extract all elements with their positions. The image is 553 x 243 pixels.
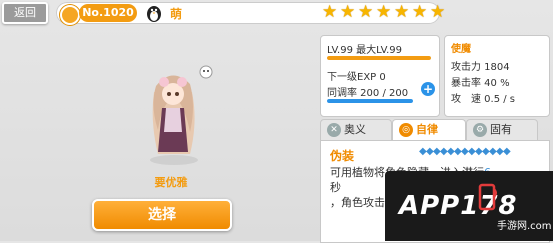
phone-icon xyxy=(478,183,497,211)
skill-tabs: ✕ 奥义 ◎ 自律 ⚙ 固有 xyxy=(320,119,548,141)
next-exp-label: 下一级EXP 0 xyxy=(327,72,386,83)
tab-inherent[interactable]: ⚙ 固有 xyxy=(466,119,538,141)
back-button[interactable]: 返回 xyxy=(2,2,48,24)
exp-bar xyxy=(327,56,431,60)
star-icon: ★ xyxy=(358,2,374,22)
gauge-diamond-icon: ◆ xyxy=(496,146,504,157)
gauge-diamond-icon: ◆ xyxy=(461,146,469,157)
character-name: 萌 xyxy=(170,7,183,21)
gauge-diamond-icon: ◆ xyxy=(482,146,490,157)
flower-name: 要优雅 xyxy=(154,176,188,189)
skill-gauge: ◆ ◆ ◆ ◆ ◆ ◆ ◆ ◆ ◆ ◆ ◆ ◆ ◆ xyxy=(419,146,511,157)
tab-auto[interactable]: ◎ 自律 xyxy=(392,119,466,141)
tab-label: 自律 xyxy=(416,123,438,136)
sync-bar xyxy=(327,99,413,103)
sync-rate-label: 同调率 200 / 200 xyxy=(327,88,409,99)
star-icon: ★ xyxy=(430,2,446,22)
skill-name: 伪装 xyxy=(330,149,355,163)
level-label: LV.99 最大LV.99 xyxy=(327,45,403,56)
gauge-diamond-icon: ◆ xyxy=(475,146,483,157)
sword-icon: ✕ xyxy=(327,123,341,137)
penguin-icon xyxy=(147,6,161,22)
gauge-diamond-icon: ◆ xyxy=(440,146,448,157)
attack-stat: 攻击力 1804 xyxy=(451,62,510,73)
star-icon: ★ xyxy=(376,2,392,22)
character-sprite xyxy=(150,65,213,165)
gauge-diamond-icon: ◆ xyxy=(489,146,497,157)
auto-icon: ◎ xyxy=(399,123,413,137)
attribute-title: 使魔 xyxy=(451,44,471,55)
gauge-diamond-icon: ◆ xyxy=(454,146,462,157)
tab-ougi[interactable]: ✕ 奥义 xyxy=(320,119,392,141)
gauge-diamond-icon: ◆ xyxy=(447,146,455,157)
character-number: No.1020 xyxy=(79,4,137,22)
sync-bar-fill xyxy=(327,99,413,103)
star-icon: ★ xyxy=(394,2,410,22)
gear-icon: ⚙ xyxy=(473,123,487,137)
gauge-diamond-icon: ◆ xyxy=(503,146,511,157)
tab-label: 奥义 xyxy=(344,123,366,136)
gauge-diamond-icon: ◆ xyxy=(468,146,476,157)
exp-bar-fill xyxy=(327,56,431,60)
select-button[interactable]: 选择 xyxy=(92,199,232,231)
coin-icon xyxy=(60,5,80,25)
level-panel: LV.99 最大LV.99 下一级EXP 0 同调率 200 / 200 + xyxy=(320,35,440,117)
star-rating: ★ ★ ★ ★ ★ ★ ★ xyxy=(322,4,447,22)
star-icon: ★ xyxy=(412,2,428,22)
watermark: APP178 手游网.com xyxy=(385,171,553,241)
star-icon: ★ xyxy=(340,2,356,22)
gauge-diamond-icon: ◆ xyxy=(433,146,441,157)
watermark-sub: 手游网.com xyxy=(497,221,552,232)
gauge-diamond-icon: ◆ xyxy=(426,146,434,157)
attribute-panel: 使魔 攻击力 1804 暴击率 40 % 攻 速 0.5 / s xyxy=(444,35,550,117)
skill-desc-unit: 秒 xyxy=(330,181,341,194)
gauge-diamond-icon: ◆ xyxy=(419,146,427,157)
add-sync-button[interactable]: + xyxy=(421,82,435,96)
speed-stat: 攻 速 0.5 / s xyxy=(451,94,516,105)
star-icon: ★ xyxy=(322,2,338,22)
crit-stat: 暴击率 40 % xyxy=(451,78,510,89)
tab-label: 固有 xyxy=(490,123,512,136)
